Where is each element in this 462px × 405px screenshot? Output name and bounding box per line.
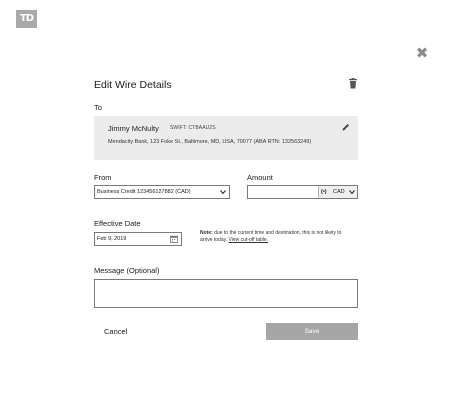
recipient-card: Jimmy McNulty SWIFT: CTBAAU2S Mendacity … <box>94 116 358 160</box>
note-bold: Note: <box>200 230 213 236</box>
save-button[interactable]: Save <box>266 323 358 340</box>
trash-icon[interactable] <box>348 78 358 89</box>
close-icon[interactable]: ✖ <box>414 46 430 62</box>
recipient-swift: SWIFT: CTBAAU2S <box>170 125 216 131</box>
cancel-button[interactable]: Cancel <box>104 327 127 336</box>
recipient-name: Jimmy McNulty <box>108 124 159 133</box>
td-logo: TD <box>16 10 37 28</box>
amount-label: Amount <box>247 173 273 182</box>
calendar-icon[interactable] <box>170 235 178 243</box>
chevron-down-icon <box>349 190 355 195</box>
from-label: From <box>94 173 112 182</box>
from-account-select[interactable]: Business Credit 123456127882 (CAD) <box>94 185 230 199</box>
recipient-address: Mendacity Bank, 123 Foke St., Baltimore,… <box>108 139 312 145</box>
page: TD ✖ Edit Wire Details To Jimmy McNulty … <box>0 0 462 405</box>
cutoff-note: Note: due to the current time and destin… <box>200 230 350 244</box>
chevron-down-icon <box>220 190 226 195</box>
cutoff-table-link[interactable]: View cut-off table. <box>229 237 269 243</box>
message-textarea[interactable] <box>94 279 358 308</box>
effective-date-label: Effective Date <box>94 219 141 228</box>
amount-input[interactable]: (•) CAD <box>247 185 358 199</box>
effective-date-input[interactable]: Feb 9, 2019 <box>94 232 182 246</box>
note-text: due to the current time and destination,… <box>200 230 342 243</box>
currency-flag-icon: (•) <box>321 189 327 195</box>
currency-select[interactable]: (•) CAD <box>318 186 357 198</box>
from-account-value: Business Credit 123456127882 (CAD) <box>97 189 191 195</box>
to-label: To <box>94 103 102 112</box>
dialog-title: Edit Wire Details <box>94 79 172 91</box>
pencil-icon[interactable] <box>342 123 350 131</box>
currency-code: CAD <box>333 189 345 195</box>
effective-date-value: Feb 9, 2019 <box>97 236 127 242</box>
message-label: Message (Optional) <box>94 266 160 275</box>
